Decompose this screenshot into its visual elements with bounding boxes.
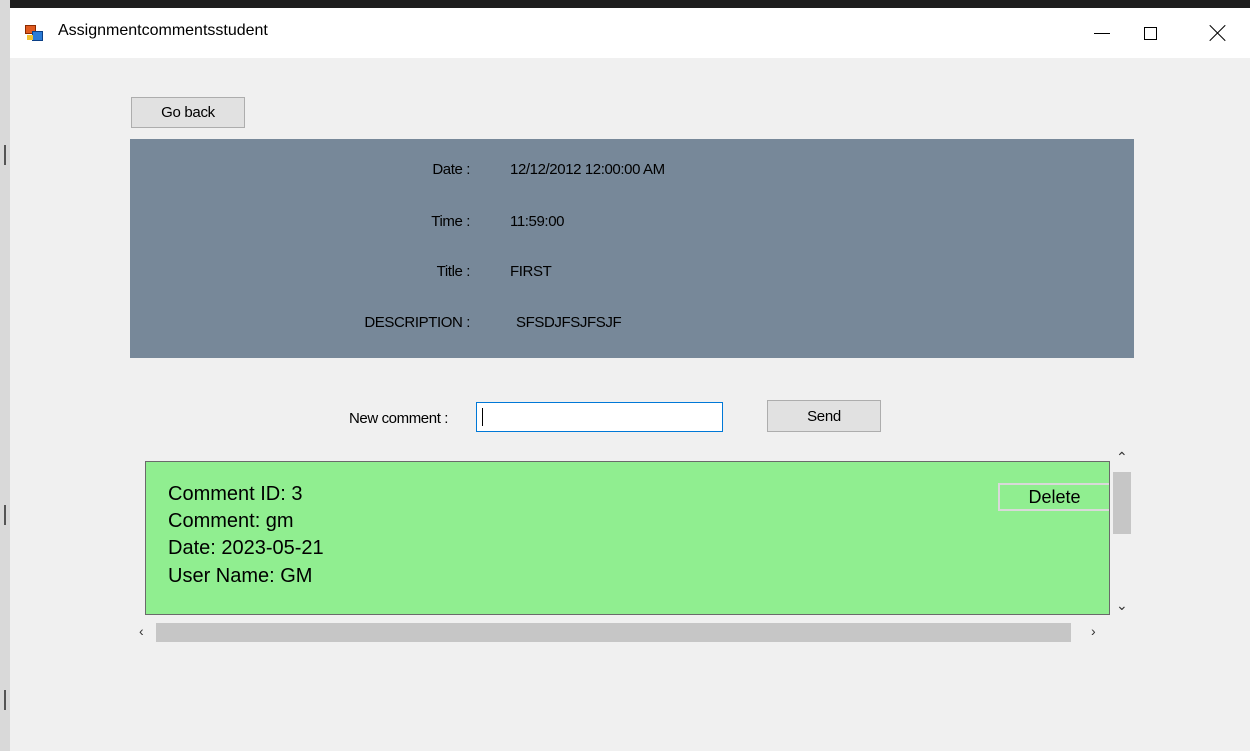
chevron-left-icon[interactable]: ‹ [139,624,144,638]
title-bar[interactable]: Assignmentcommentsstudent [10,8,1250,58]
comment-date: Date: 2023-05-21 [168,537,324,559]
vertical-scroll-thumb[interactable] [1113,472,1131,534]
desktop-edge [0,0,10,751]
chevron-right-icon[interactable]: › [1091,624,1096,638]
comment-user: User Name: GM [168,565,313,587]
time-value: 11:59:00 [510,213,565,230]
date-value: 12/12/2012 12:00:00 AM [510,161,665,178]
go-back-button[interactable]: Go back [131,97,245,128]
new-comment-input[interactable] [476,402,723,432]
send-button[interactable]: Send [767,400,881,432]
maximize-button[interactable] [1122,8,1178,58]
maximize-icon [1143,26,1157,40]
new-comment-label: New comment : [349,410,448,427]
minimize-icon [1094,32,1110,34]
horizontal-scroll-thumb[interactable] [156,623,1071,642]
app-window: Assignmentcommentsstudent Go back Date :… [10,8,1250,751]
window-title: Assignmentcommentsstudent [58,22,268,39]
chevron-up-icon[interactable]: ⌃ [1116,450,1128,464]
edge-mark [4,690,6,710]
close-button[interactable] [1190,8,1246,58]
delete-comment-button[interactable]: Delete [998,483,1109,511]
comment-id: Comment ID: 3 [168,483,303,505]
title-label: Title : [436,263,471,280]
date-label: Date : [432,161,470,178]
horizontal-scrollbar[interactable]: ‹ › [133,620,1110,644]
vertical-scrollbar[interactable]: ⌃ ⌄ [1110,448,1134,616]
chevron-down-icon[interactable]: ⌄ [1116,598,1128,612]
comment-card: Comment ID: 3 Comment: gm Date: 2023-05-… [145,461,1110,615]
assignment-info-panel: Date : 12/12/2012 12:00:00 AM Time : 11:… [130,139,1134,358]
winforms-app-icon [25,25,43,41]
description-value: SFSDJFSJFSJF [516,314,622,331]
time-label: Time : [431,213,470,230]
text-caret [482,408,483,426]
comment-text: Comment: gm [168,510,294,532]
close-icon [1210,25,1226,41]
description-label: DESCRIPTION : [364,314,470,331]
title-value: FIRST [510,263,552,280]
edge-mark [4,505,6,525]
edge-mark [4,145,6,165]
